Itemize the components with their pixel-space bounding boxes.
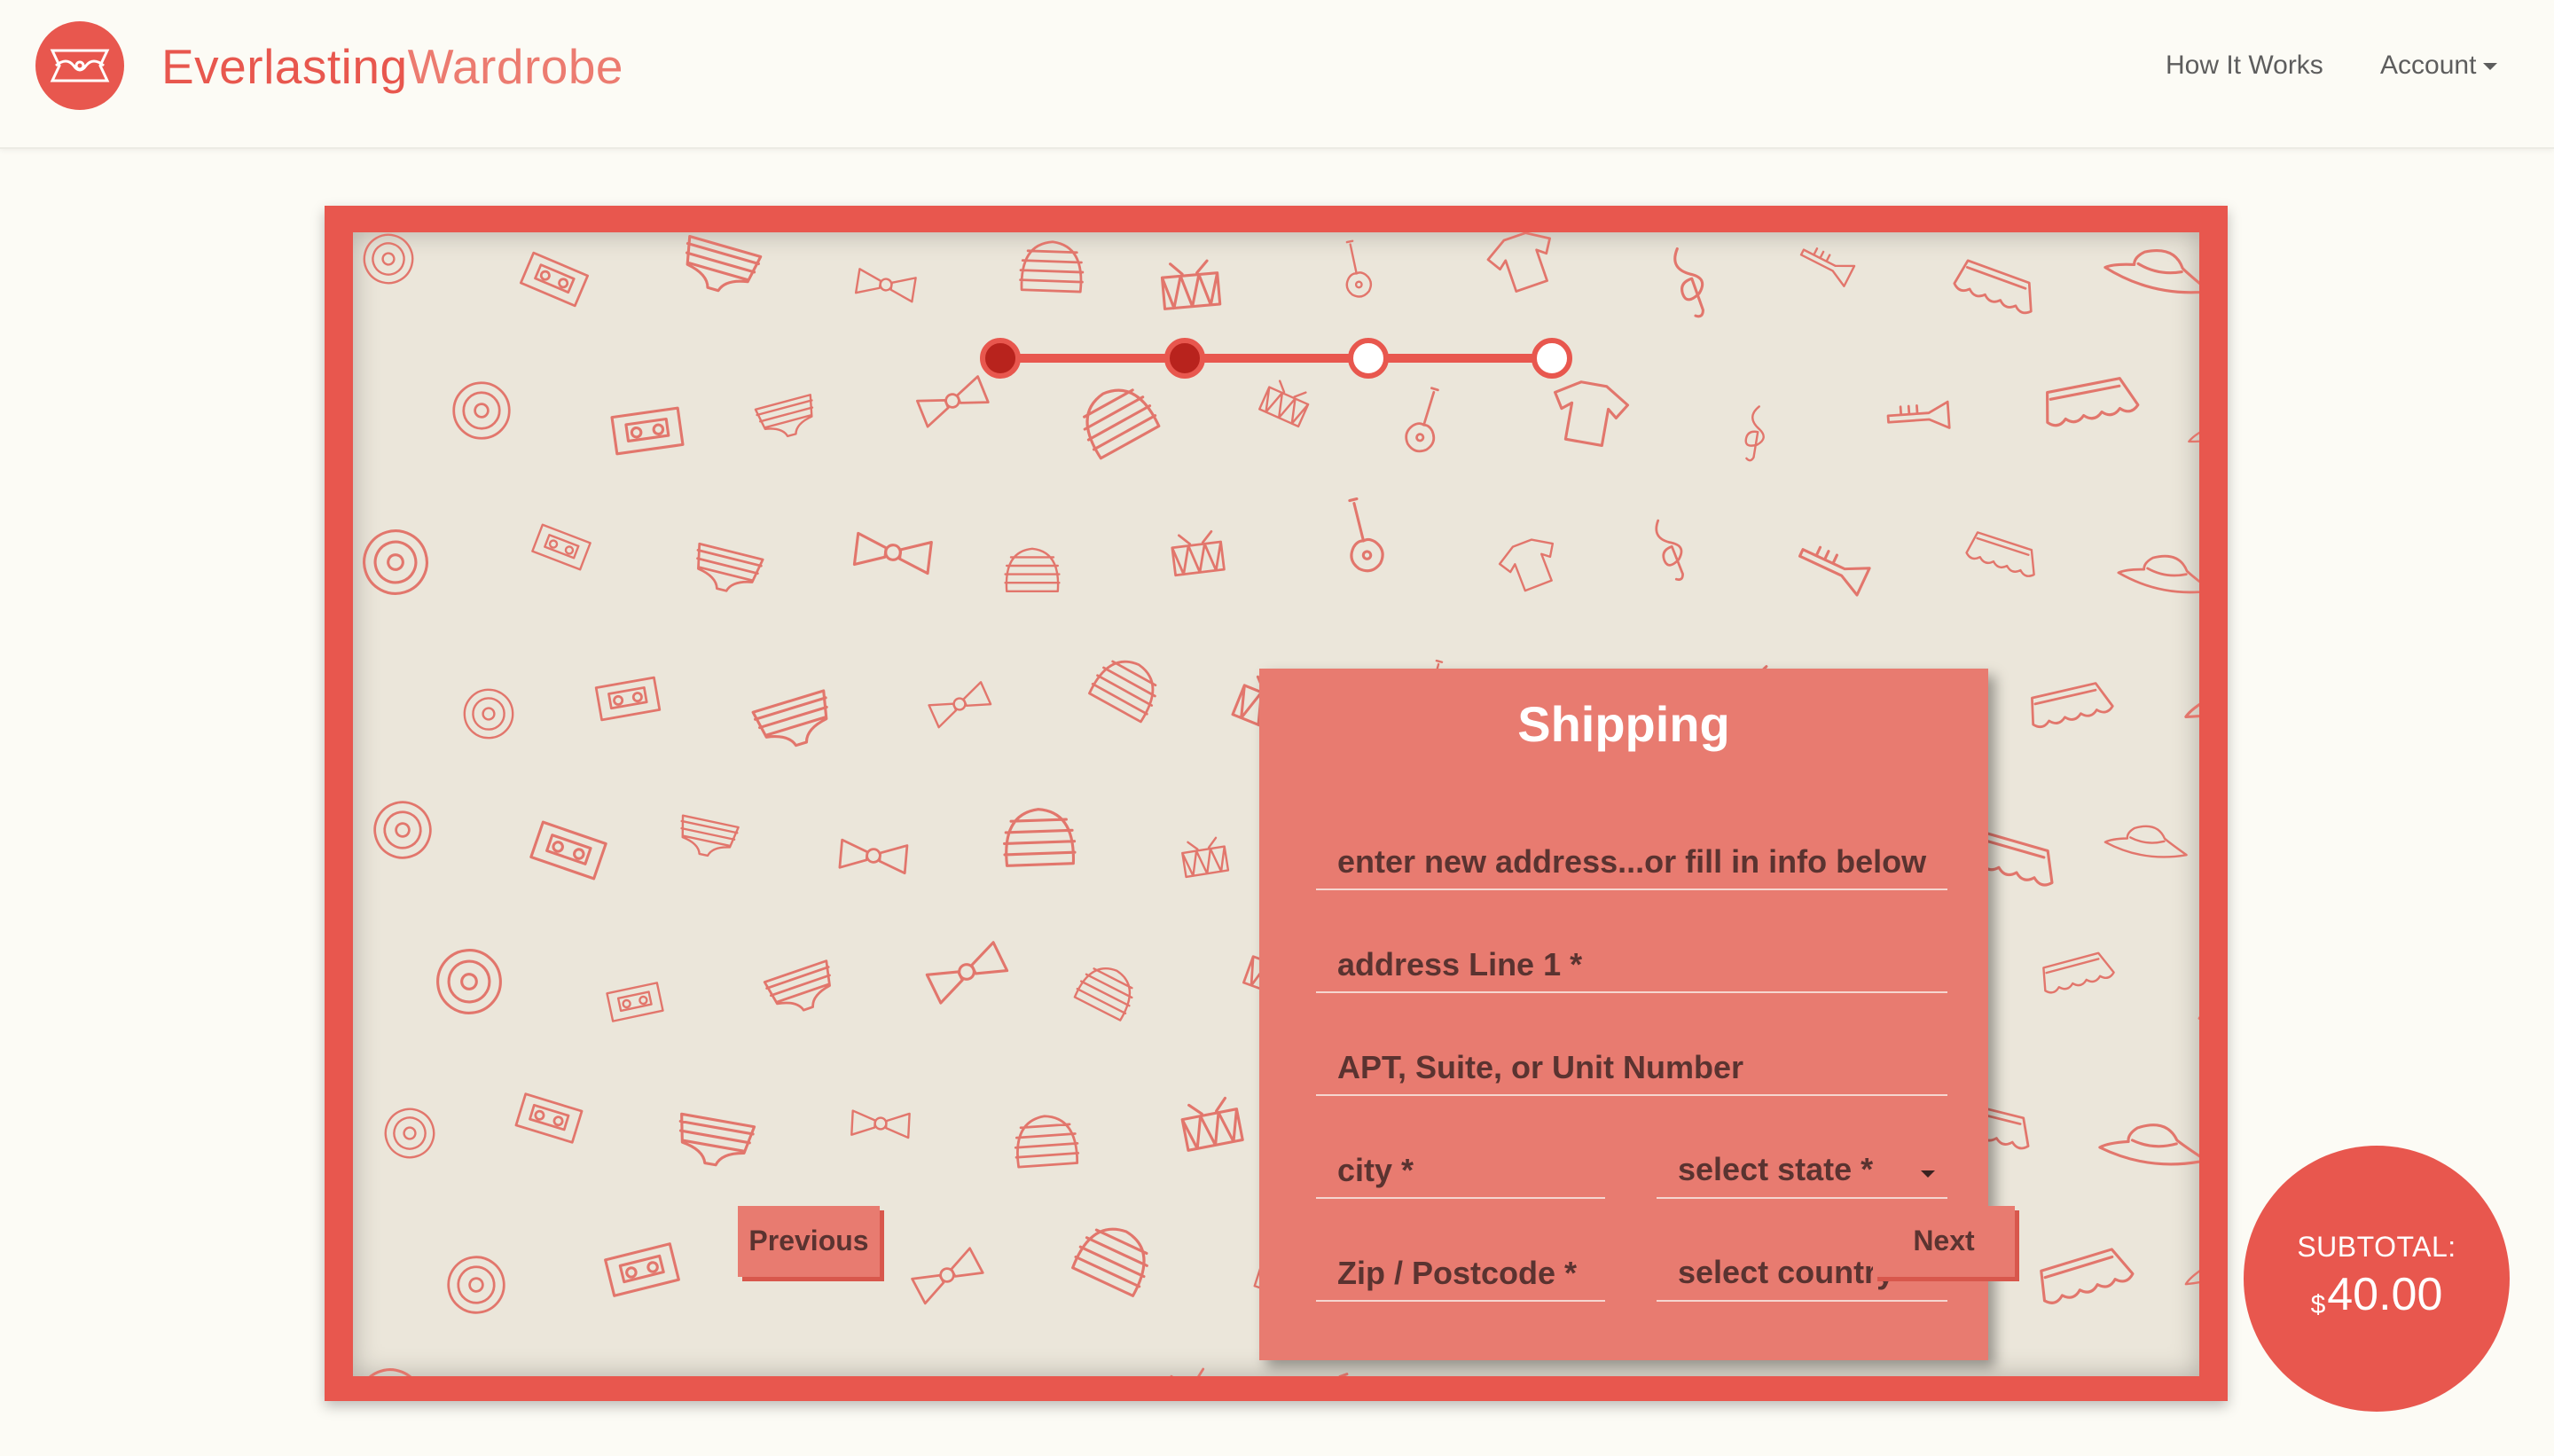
subtotal-badge: SUBTOTAL: $40.00 [2244,1146,2510,1412]
next-button[interactable]: Next [1873,1206,2015,1277]
top-navbar: EverlastingWardrobe How It Works Account [0,0,2554,149]
nav-account-dropdown[interactable]: Account [2380,46,2498,85]
progress-step-3[interactable] [1348,338,1389,379]
shipping-title: Shipping [1517,696,1730,752]
doodle-pattern-background: Shipping select state * select country [353,232,2199,1376]
address-search-field[interactable] [1316,819,1947,890]
state-select-label: select state * [1678,1151,1874,1187]
city-input[interactable] [1316,1128,1605,1197]
progress-step-2[interactable] [1164,338,1205,379]
caret-down-icon [2483,63,2498,71]
brand-name-part1: Everlasting [161,39,408,94]
state-select[interactable]: select state * [1657,1128,1947,1199]
address-search-input[interactable] [1316,819,1947,888]
address-line1-input[interactable] [1316,922,1947,991]
subtotal-label: SUBTOTAL: [2297,1231,2456,1263]
brand-name-part2: Wardrobe [407,39,624,94]
checkout-frame: Shipping select state * select country [325,206,2228,1401]
subtotal-amount-wrap: $40.00 [2244,1268,2510,1321]
zip-input[interactable] [1316,1231,1605,1300]
progress-step-4[interactable] [1532,338,1572,379]
city-field[interactable] [1316,1128,1605,1199]
nav-account-label: Account [2380,51,2477,80]
caret-down-icon [1921,1170,1935,1178]
address-line1-field[interactable] [1316,922,1947,993]
brand-name[interactable]: EverlastingWardrobe [161,35,623,98]
subtotal-currency: $ [2310,1290,2326,1319]
progress-step-1[interactable] [980,338,1021,379]
zip-field[interactable] [1316,1231,1605,1302]
nav-how-it-works-link[interactable]: How It Works [2166,46,2323,85]
apt-input[interactable] [1316,1025,1947,1094]
bowtie-logo-icon[interactable] [35,21,124,110]
subtotal-amount: 40.00 [2327,1269,2443,1320]
apt-field[interactable] [1316,1025,1947,1096]
previous-button[interactable]: Previous [738,1206,880,1277]
